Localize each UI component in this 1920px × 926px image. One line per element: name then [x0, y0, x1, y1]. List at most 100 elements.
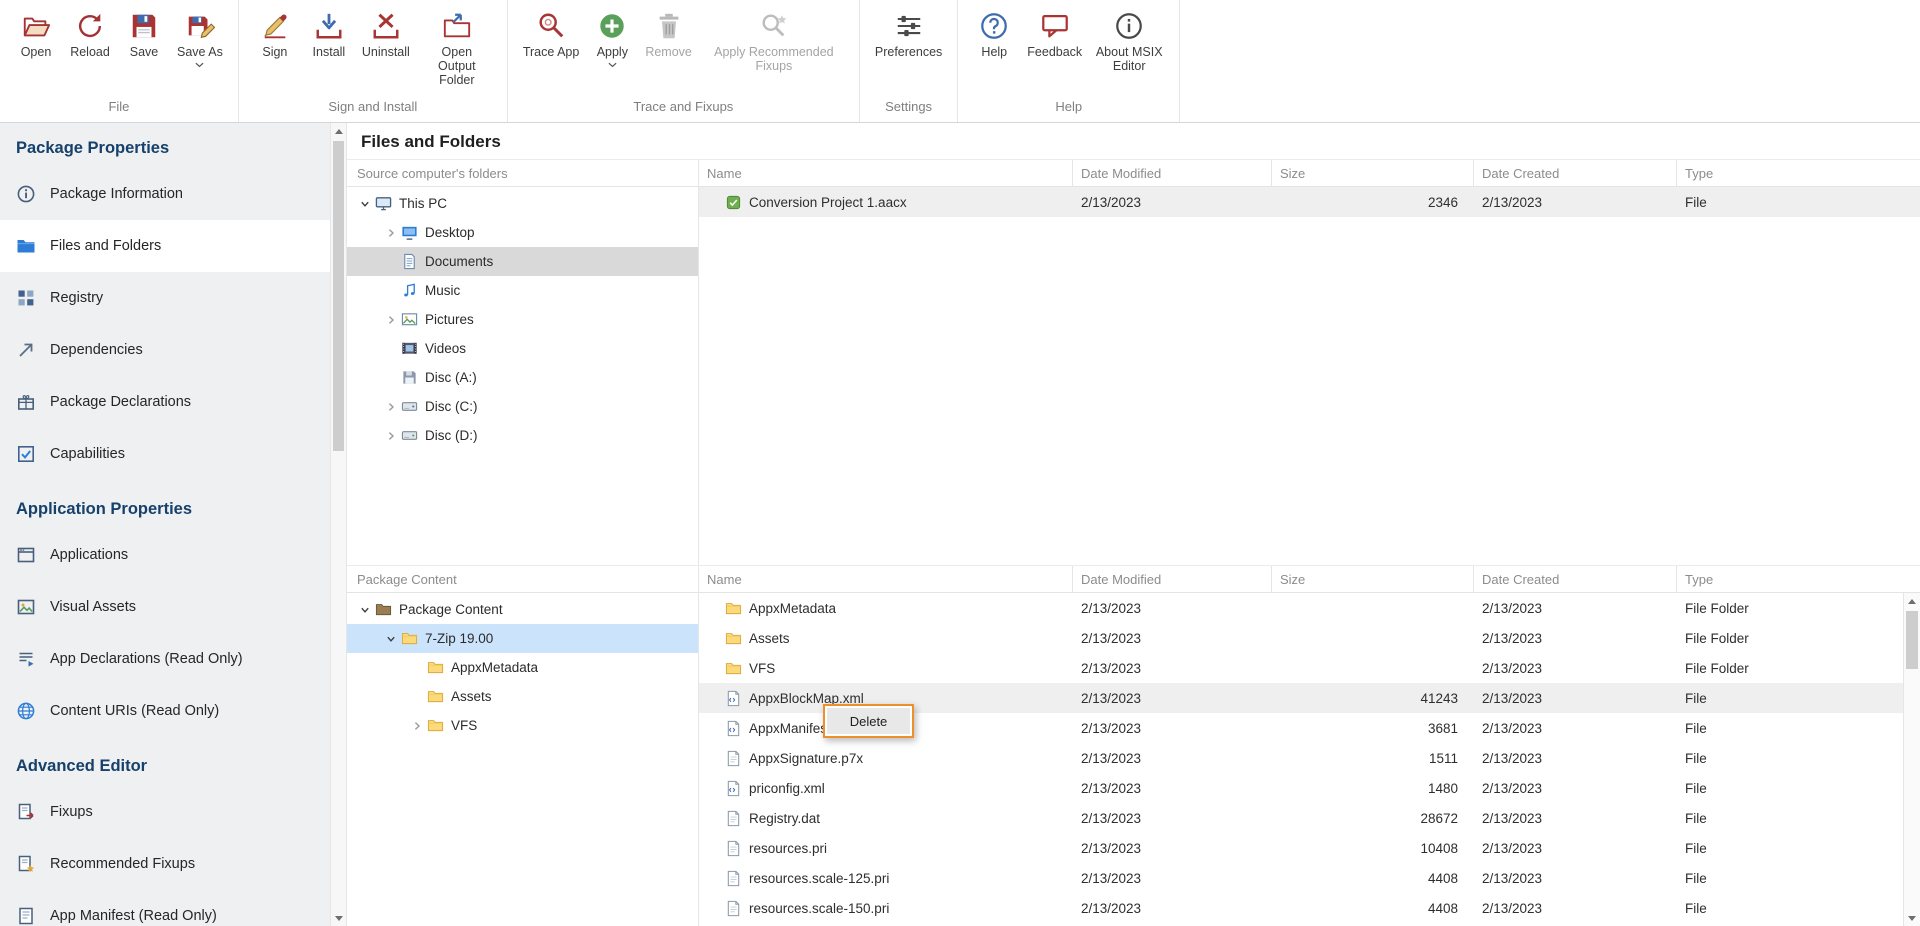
tree-item-assets[interactable]: Assets: [347, 682, 698, 711]
column-header-date-modified[interactable]: Date Modified: [1073, 160, 1272, 186]
sidebar-item-app-declarations-read-only[interactable]: App Declarations (Read Only): [0, 633, 330, 685]
sign-button[interactable]: Sign: [249, 6, 301, 62]
file-row-vfs[interactable]: VFS2/13/20232/13/2023File Folder: [699, 653, 1903, 683]
sidebar-item-capabilities[interactable]: Capabilities: [0, 428, 330, 480]
tree-item-7-zip-19-00[interactable]: 7-Zip 19.00: [347, 624, 698, 653]
tree-item-disc-d[interactable]: Disc (D:): [347, 421, 698, 450]
file-row-appxmetadata[interactable]: AppxMetadata2/13/20232/13/2023File Folde…: [699, 593, 1903, 623]
scrollbar-down-arrow[interactable]: [1904, 910, 1920, 926]
tree-item-music[interactable]: Music: [347, 276, 698, 305]
app-body: Package PropertiesPackage InformationFil…: [0, 123, 1920, 926]
open-output-folder-button[interactable]: Open Output Folder: [417, 6, 497, 90]
tree-item-disc-a[interactable]: Disc (A:): [347, 363, 698, 392]
chevron-right-icon[interactable]: [381, 315, 401, 325]
help-button[interactable]: Help: [968, 6, 1020, 62]
column-header-type[interactable]: Type: [1677, 160, 1920, 186]
open-button[interactable]: Open: [10, 6, 62, 62]
tree-item-pictures[interactable]: Pictures: [347, 305, 698, 334]
sidebar-item-package-information[interactable]: Package Information: [0, 168, 330, 220]
column-header-date-created[interactable]: Date Created: [1474, 566, 1677, 592]
file-row-priconfig-xml[interactable]: priconfig.xml2/13/202314802/13/2023File: [699, 773, 1903, 803]
date-modified-cell: 2/13/2023: [1073, 893, 1272, 923]
chevron-right-icon[interactable]: [407, 721, 427, 731]
tree-item-desktop[interactable]: Desktop: [347, 218, 698, 247]
uninstall-icon: [371, 11, 401, 41]
sidebar-item-app-manifest-read-only[interactable]: App Manifest (Read Only): [0, 890, 330, 926]
date-created-cell: 2/13/2023: [1474, 773, 1677, 803]
tree-item-documents[interactable]: Documents: [347, 247, 698, 276]
scrollbar-thumb[interactable]: [333, 141, 344, 451]
chevron-right-icon[interactable]: [381, 228, 401, 238]
sidebar-item-content-uris-read-only[interactable]: Content URIs (Read Only): [0, 685, 330, 737]
date-created-cell: 2/13/2023: [1474, 623, 1677, 653]
file-row-registry-dat[interactable]: Registry.dat2/13/2023286722/13/2023File: [699, 803, 1903, 833]
sidebar-item-applications[interactable]: Applications: [0, 529, 330, 581]
file-row-resources-scale-125-pri[interactable]: resources.scale-125.pri2/13/202344082/13…: [699, 863, 1903, 893]
sidebar-scrollbar[interactable]: [330, 123, 347, 926]
app-declarations-icon: [16, 649, 36, 669]
tree-item-disc-c[interactable]: Disc (C:): [347, 392, 698, 421]
column-header-date-created[interactable]: Date Created: [1474, 160, 1677, 186]
chevron-down-icon[interactable]: [355, 605, 375, 615]
file-row-assets[interactable]: Assets2/13/20232/13/2023File Folder: [699, 623, 1903, 653]
scrollbar-up-arrow[interactable]: [331, 123, 346, 139]
feedback-button[interactable]: Feedback: [1022, 6, 1087, 62]
sidebar-item-registry[interactable]: Registry: [0, 272, 330, 324]
column-header-name[interactable]: Name: [699, 160, 1073, 186]
trace-app-button[interactable]: Trace App: [518, 6, 585, 62]
package-folder-icon: [375, 601, 392, 618]
remove-label: Remove: [645, 45, 692, 59]
scrollbar-up-arrow[interactable]: [1904, 593, 1920, 609]
chevron-right-icon[interactable]: [381, 402, 401, 412]
sidebar-item-dependencies[interactable]: Dependencies: [0, 324, 330, 376]
about-msix-editor-button[interactable]: About MSIX Editor: [1089, 6, 1169, 76]
open-output-folder-icon: [442, 11, 472, 41]
column-header-size[interactable]: Size: [1272, 160, 1474, 186]
ribbon-group-settings: PreferencesSettings: [860, 0, 958, 122]
sidebar-item-fixups[interactable]: Fixups: [0, 786, 330, 838]
package-declarations-icon: [16, 392, 36, 412]
chevron-down-icon[interactable]: [381, 634, 401, 644]
file-row-appxsignature-p7x[interactable]: AppxSignature.p7x2/13/202315112/13/2023F…: [699, 743, 1903, 773]
scrollbar-thumb[interactable]: [1906, 611, 1918, 669]
sidebar-item-recommended-fixups[interactable]: Recommended Fixups: [0, 838, 330, 890]
sidebar-item-package-declarations[interactable]: Package Declarations: [0, 376, 330, 428]
tree-item-vfs[interactable]: VFS: [347, 711, 698, 740]
column-header-size[interactable]: Size: [1272, 566, 1474, 592]
reload-button[interactable]: Reload: [64, 6, 116, 62]
apply-label: Apply: [597, 45, 628, 59]
sidebar-item-files-and-folders[interactable]: Files and Folders: [0, 220, 330, 272]
tree-item-package-content[interactable]: Package Content: [347, 595, 698, 624]
install-button[interactable]: Install: [303, 6, 355, 62]
reload-label: Reload: [70, 45, 110, 59]
ribbon-group-trace-and-fixups: Trace App Apply Remove Apply Recommended Fi…: [508, 0, 860, 122]
apply-button[interactable]: Apply: [586, 6, 638, 71]
uninstall-button[interactable]: Uninstall: [357, 6, 415, 62]
file-row-resources-scale-150-pri[interactable]: resources.scale-150.pri2/13/202344082/13…: [699, 893, 1903, 923]
context-menu-delete[interactable]: Delete: [827, 708, 910, 734]
type-cell: File: [1677, 863, 1903, 893]
save-as-button[interactable]: Save As: [172, 6, 228, 71]
save-button[interactable]: Save: [118, 6, 170, 62]
apply-recommended-fixups-button[interactable]: Apply Recommended Fixups: [699, 6, 849, 76]
remove-button[interactable]: Remove: [640, 6, 697, 62]
date-modified-cell: 2/13/2023: [1073, 863, 1272, 893]
column-header-type[interactable]: Type: [1677, 566, 1920, 592]
type-cell: File: [1677, 187, 1920, 217]
column-header-name[interactable]: Name: [699, 566, 1073, 592]
preferences-button[interactable]: Preferences: [870, 6, 947, 62]
chevron-down-icon[interactable]: [355, 199, 375, 209]
column-header-date-modified[interactable]: Date Modified: [1073, 566, 1272, 592]
scrollbar-down-arrow[interactable]: [331, 910, 346, 926]
file-row-resources-pri[interactable]: resources.pri2/13/2023104082/13/2023File: [699, 833, 1903, 863]
file-row-conversion-project-1-aacx[interactable]: Conversion Project 1.aacx2/13/202323462/…: [699, 187, 1920, 217]
sidebar-item-visual-assets[interactable]: Visual Assets: [0, 581, 330, 633]
date-created-cell: 2/13/2023: [1474, 653, 1677, 683]
tree-item-this-pc[interactable]: This PC: [347, 189, 698, 218]
tree-item-appxmetadata[interactable]: AppxMetadata: [347, 653, 698, 682]
package-list-scrollbar[interactable]: [1903, 593, 1920, 926]
chevron-right-icon[interactable]: [381, 431, 401, 441]
size-cell: 3681: [1272, 713, 1474, 743]
tree-item-videos[interactable]: Videos: [347, 334, 698, 363]
chevron-down-icon: [608, 61, 617, 68]
